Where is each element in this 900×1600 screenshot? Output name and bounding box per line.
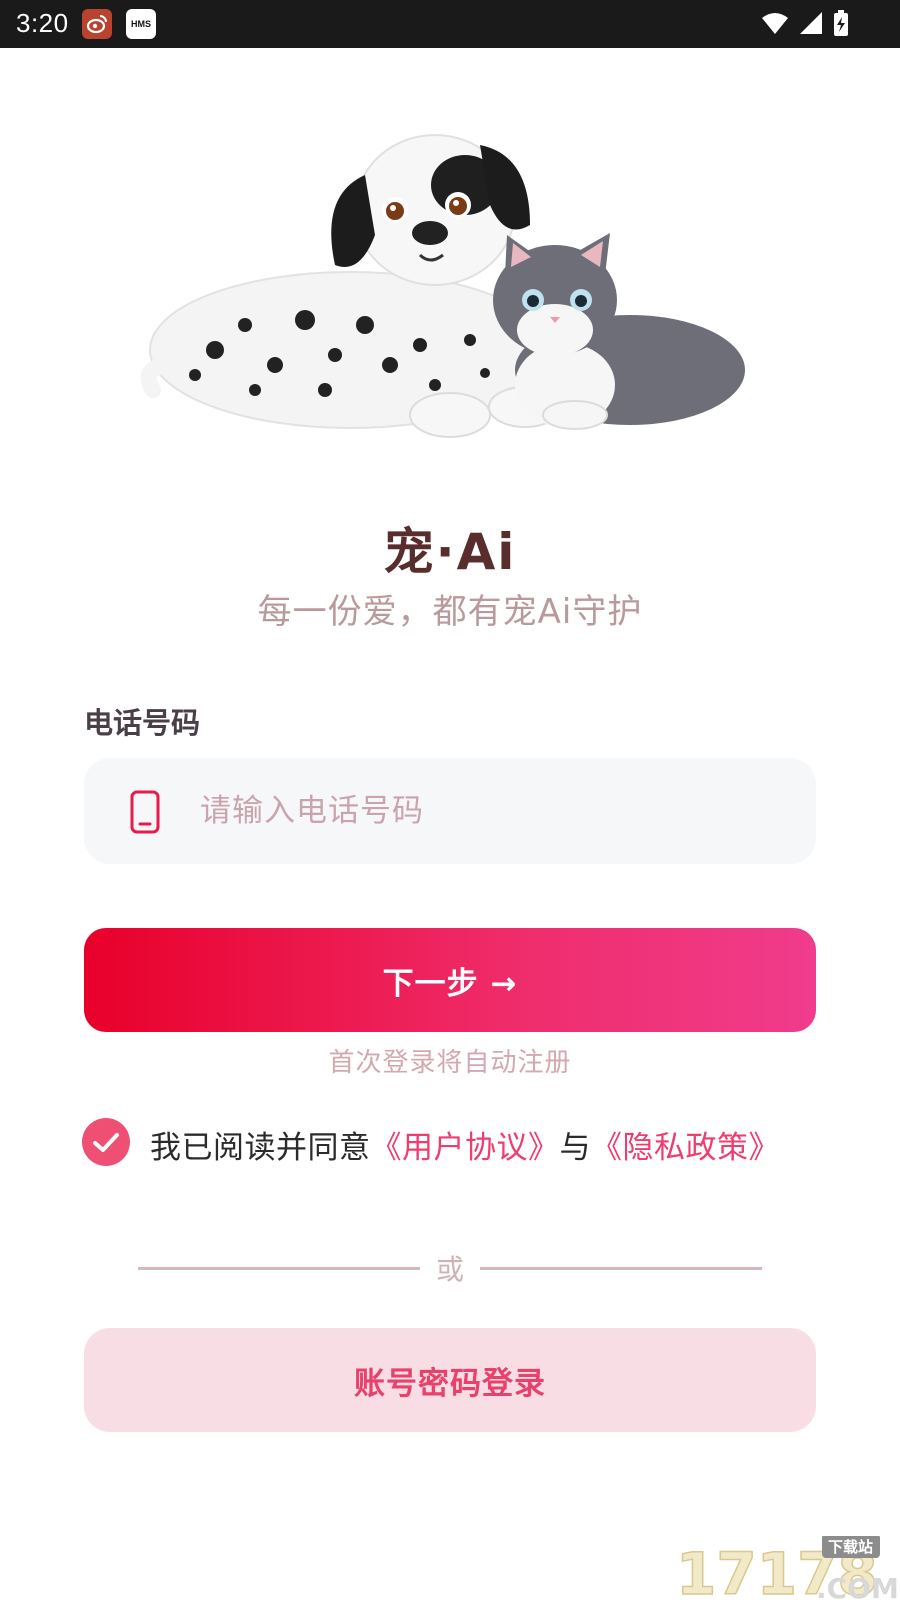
phone-input[interactable] <box>200 758 780 864</box>
dalmatian-and-cat-illustration <box>140 134 745 438</box>
signal-icon <box>800 12 822 34</box>
user-agreement-link[interactable]: 《用户协议》 <box>371 1130 560 1166</box>
agreement-connector: 与 <box>559 1130 591 1166</box>
privacy-policy-link[interactable]: 《隐私政策》 <box>591 1130 780 1166</box>
agreement-text: 我已阅读并同意《用户协议》与《隐私政策》 <box>150 1122 780 1167</box>
weibo-app-icon <box>82 9 112 39</box>
app-title: 宠·Ai <box>383 523 517 581</box>
password-login-button[interactable]: 账号密码登录 <box>84 1328 816 1432</box>
agreement-row: 我已阅读并同意《用户协议》与《隐私政策》 <box>82 1118 862 1168</box>
or-divider: 或 <box>138 1248 762 1288</box>
battery-charging-icon <box>834 10 848 36</box>
watermark-sub: 下载站 <box>828 1538 873 1556</box>
site-watermark: 17178 下载站 .COM <box>676 1536 899 1600</box>
auto-register-hint: 首次登录将自动注册 <box>328 1048 572 1078</box>
divider-line-right <box>480 1267 762 1270</box>
phone-field[interactable] <box>84 758 816 864</box>
status-time: 3:20 <box>16 8 69 38</box>
status-icons <box>762 10 848 36</box>
title-block: 宠·Ai 每一份爱，都有宠Ai守护 <box>0 512 900 633</box>
smartphone-icon <box>130 790 160 834</box>
agreement-prefix: 我已阅读并同意 <box>150 1130 371 1166</box>
app-subtitle: 每一份爱，都有宠Ai守护 <box>257 592 643 632</box>
status-bar: 3:20 HMS <box>0 0 900 48</box>
watermark-domain: .COM <box>816 1572 899 1600</box>
phone-label: 电话号码 <box>84 706 201 740</box>
next-step-button[interactable]: 下一步 → <box>84 928 816 1032</box>
checkmark-icon <box>93 1133 119 1152</box>
hms-icon: HMS <box>126 9 156 39</box>
wifi-icon <box>762 13 788 34</box>
agreement-checkbox[interactable] <box>82 1118 130 1166</box>
